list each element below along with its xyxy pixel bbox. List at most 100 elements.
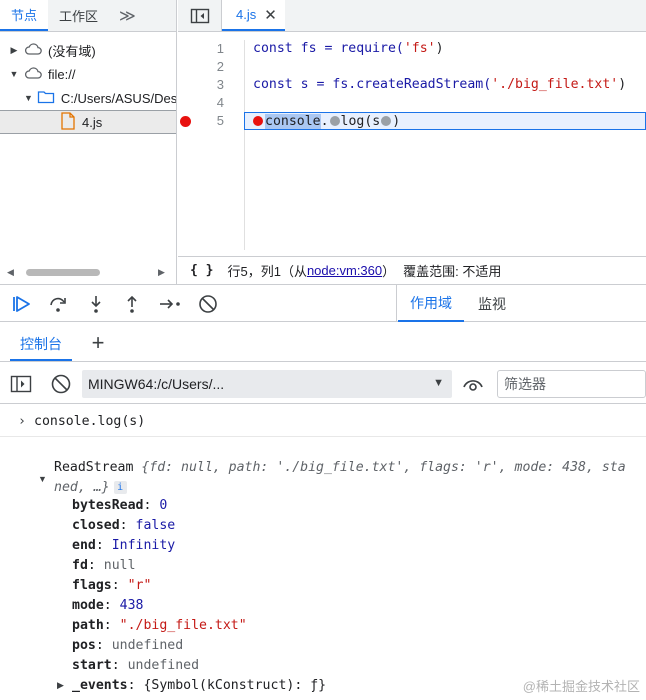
step-into-icon	[91, 296, 101, 313]
sidebar-toggle-icon	[190, 8, 209, 23]
message-divider	[0, 436, 646, 437]
console-toolbar: MINGW64:/c/Users/... ▼	[0, 364, 646, 404]
code-area[interactable]: 1 2 3 4 5 const fs = require('fs') const…	[178, 40, 646, 250]
step-into-button[interactable]	[84, 292, 108, 316]
inline-breakpoint-icon[interactable]	[329, 116, 340, 126]
tree-item-no-domain[interactable]: ▶ (没有域)	[0, 38, 176, 62]
tree-item-label: (没有域)	[48, 43, 96, 59]
close-icon[interactable]: ✕	[264, 6, 277, 24]
line-number[interactable]: 2	[178, 58, 244, 76]
line-number[interactable]: 1	[178, 40, 244, 58]
code-line-3: const s = fs.createReadStream('./big_fil…	[253, 77, 627, 92]
horizontal-scrollbar[interactable]: ◀ ▶	[0, 262, 176, 282]
collapse-arrow-icon[interactable]: ▼	[8, 69, 20, 79]
file-icon	[60, 111, 76, 133]
coverage-status: 覆盖范围: 不适用	[403, 264, 502, 279]
cursor-position: 行5，列1（从	[227, 264, 307, 279]
resume-button[interactable]	[10, 292, 34, 316]
step-out-icon	[127, 295, 137, 313]
tab-console[interactable]: 控制台	[10, 328, 72, 361]
watermark: @稀土掘金技术社区	[522, 679, 640, 694]
navigator-tabs: 节点 工作区 ≫	[0, 0, 176, 32]
editor-tab-file[interactable]: 4.js ✕	[222, 0, 285, 31]
editor-tab-label: 4.js	[236, 7, 257, 22]
scroll-left-icon[interactable]: ◀	[7, 267, 14, 278]
resume-icon	[13, 296, 30, 312]
cursor-position-close: ）	[382, 264, 396, 279]
property-row: bytesRead: 0	[72, 498, 168, 513]
object-preview-wrap: ned, …} i	[54, 478, 127, 498]
toggle-navigator-button[interactable]	[178, 0, 222, 31]
tree-item-file[interactable]: 4.js	[0, 110, 176, 134]
property-row: closed: false	[72, 518, 176, 533]
step-over-button[interactable]	[46, 292, 70, 316]
property-row: pos: undefined	[72, 638, 184, 653]
step-over-icon	[50, 297, 66, 312]
tree-item-label: file://	[48, 66, 76, 82]
source-link[interactable]: node:vm:360	[307, 263, 382, 278]
property-row-expandable[interactable]: _events: {Symbol(kConstruct): ƒ}	[72, 676, 326, 696]
add-tab-icon[interactable]: +	[86, 332, 110, 356]
property-row: fd: null	[72, 558, 136, 573]
scroll-right-icon[interactable]: ▶	[158, 267, 165, 278]
show-sidebar-button[interactable]	[9, 372, 33, 396]
context-selector[interactable]: MINGW64:/c/Users/... ▼	[82, 370, 452, 398]
clear-icon	[51, 374, 71, 394]
tree-item-file-origin[interactable]: ▼ file://	[0, 62, 176, 86]
property-row: end: Infinity	[72, 538, 176, 553]
live-expression-button[interactable]	[461, 372, 485, 396]
tab-scope[interactable]: 作用域	[398, 285, 464, 322]
inline-breakpoint-icon[interactable]	[381, 116, 392, 126]
deactivate-breakpoints-icon	[199, 295, 217, 313]
inline-breakpoint-icon[interactable]	[253, 116, 263, 126]
tab-workspace[interactable]: 工作区	[48, 0, 109, 31]
object-preview[interactable]: ReadStream {fd: null, path: './big_file.…	[54, 458, 626, 478]
tree-item-folder[interactable]: ▼ C:/Users/ASUS/Deskt	[0, 86, 176, 110]
navigator-pane: 节点 工作区 ≫ ▶ (没有域) ▼ file:// ▼ C:/Users/AS…	[0, 0, 177, 284]
cloud-icon	[24, 42, 42, 59]
filter-input[interactable]	[497, 370, 646, 398]
deactivate-breakpoints-button[interactable]	[196, 292, 220, 316]
clear-console-button[interactable]	[49, 372, 73, 396]
code-line-1: const fs = require('fs')	[253, 41, 444, 56]
input-prompt-icon: ›	[18, 414, 26, 429]
tab-page[interactable]: 节点	[0, 0, 49, 31]
tab-watch[interactable]: 监视	[466, 285, 518, 322]
tree-item-label: C:/Users/ASUS/Deskt	[60, 90, 176, 106]
console-output: › console.log(s) ReadStream {fd: null, p…	[0, 404, 646, 700]
tree-item-label: 4.js	[82, 114, 103, 130]
gutter-divider	[244, 40, 245, 250]
cloud-icon	[24, 66, 42, 83]
line-number[interactable]: 3	[178, 76, 244, 94]
drawer-tabs: 控制台 +	[0, 328, 646, 362]
code-line-5-current: console. log(s)	[244, 112, 646, 130]
editor-status-bar: { } 行5，列1（从 node:vm:360） 覆盖范围: 不适用	[178, 256, 646, 284]
context-selector-value: MINGW64:/c/Users/...	[88, 376, 225, 392]
editor-tabs: 4.js ✕	[178, 0, 646, 32]
pretty-print-button[interactable]: { }	[190, 263, 213, 278]
source-editor: 4.js ✕ 1 2 3 4 5 const fs = require('fs'…	[178, 0, 646, 284]
line-number[interactable]: 5	[178, 112, 244, 130]
eye-icon	[463, 380, 483, 391]
console-sidebar-icon	[10, 375, 32, 393]
more-tabs-icon[interactable]: ≫	[109, 0, 146, 31]
scrollbar-thumb[interactable]	[26, 269, 100, 276]
collapse-arrow-icon[interactable]: ▼	[38, 474, 47, 484]
toolbar-divider	[396, 285, 397, 322]
folder-icon	[37, 90, 55, 107]
step-button[interactable]	[158, 292, 182, 316]
step-icon	[160, 299, 180, 309]
console-input-text: console.log(s)	[34, 414, 146, 429]
step-out-button[interactable]	[120, 292, 144, 316]
breakpoint-marker[interactable]	[180, 116, 191, 127]
info-icon[interactable]: i	[113, 481, 127, 494]
expand-arrow-icon[interactable]: ▶	[8, 45, 20, 56]
line-number[interactable]: 4	[178, 94, 244, 112]
collapse-arrow-icon[interactable]: ▼	[24, 93, 33, 103]
property-row: flags: "r"	[72, 578, 152, 593]
debugger-toolbar: 作用域 监视	[0, 284, 646, 322]
dropdown-arrow-icon: ▼	[433, 377, 444, 389]
property-row: start: undefined	[72, 658, 200, 673]
property-row: path: "./big_file.txt"	[72, 618, 247, 633]
expand-arrow-icon[interactable]: ▶	[57, 680, 64, 691]
